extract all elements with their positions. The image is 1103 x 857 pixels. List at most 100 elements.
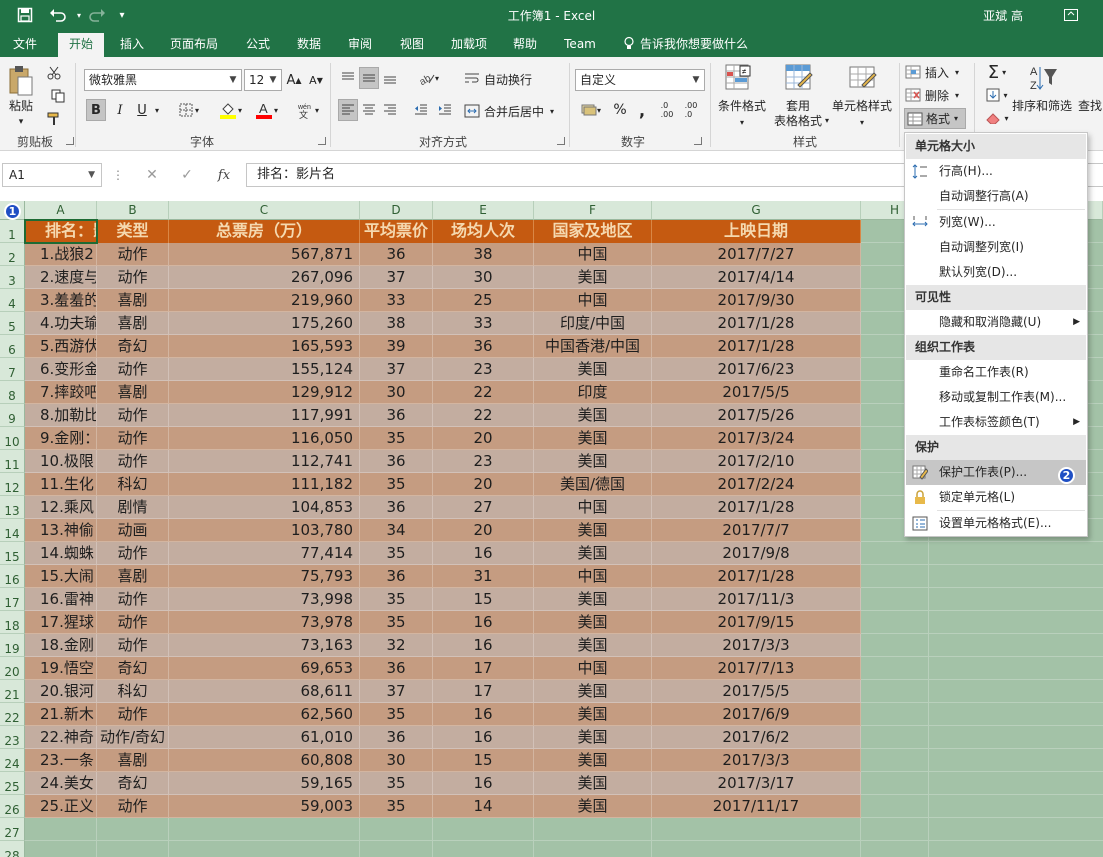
tab-file[interactable]: 文件 (0, 33, 50, 57)
cell-styles-icon[interactable] (848, 63, 878, 93)
row-header-26[interactable]: 26 (0, 795, 25, 818)
table-cell[interactable]: 动作 (97, 634, 169, 657)
table-cell[interactable]: 动作 (97, 404, 169, 427)
table-cell[interactable]: 38 (360, 312, 433, 335)
table-cell[interactable]: 35 (360, 542, 433, 565)
table-cell[interactable]: 2017/9/8 (652, 542, 861, 565)
decrease-decimal-icon[interactable]: .00.0 (680, 99, 702, 121)
table-cell[interactable]: 68,611 (169, 680, 360, 703)
table-cell[interactable]: 7.摔跤吧 (25, 381, 97, 404)
table-cell[interactable]: 中国香港/中国 (534, 335, 652, 358)
table-cell[interactable]: 36 (360, 565, 433, 588)
table-cell[interactable]: 印度/中国 (534, 312, 652, 335)
table-cell[interactable]: 59,165 (169, 772, 360, 795)
table-cell[interactable]: 267,096 (169, 266, 360, 289)
table-cell[interactable]: 38 (433, 243, 534, 266)
table-cell[interactable]: 动作 (97, 703, 169, 726)
table-cell[interactable]: 17 (433, 657, 534, 680)
chevron-down-icon[interactable]: ▾ (830, 115, 894, 130)
table-cell[interactable]: 2017/5/5 (652, 680, 861, 703)
find-select-button[interactable]: 查找 (1078, 99, 1103, 114)
align-right-icon[interactable] (380, 99, 400, 121)
table-cell[interactable]: 13.神偷 (25, 519, 97, 542)
table-cell[interactable]: 33 (360, 289, 433, 312)
tab-home[interactable]: 开始 (58, 33, 104, 57)
table-cell[interactable]: 美国 (534, 358, 652, 381)
table-cell[interactable]: 11.生化 (25, 473, 97, 496)
table-cell[interactable]: 16 (433, 726, 534, 749)
delete-cells-button[interactable]: 删除 ▾ (905, 85, 969, 105)
table-cell[interactable]: 动作 (97, 450, 169, 473)
chevron-down-icon[interactable]: ▾ (712, 115, 772, 130)
table-cell[interactable]: 75,793 (169, 565, 360, 588)
table-cell[interactable]: 16 (433, 611, 534, 634)
table-cell[interactable]: 69,653 (169, 657, 360, 680)
paste-icon[interactable] (6, 65, 36, 96)
increase-indent-icon[interactable] (434, 99, 456, 121)
menu-item-column-width[interactable]: 列宽(W)... (906, 210, 1086, 235)
table-cell[interactable]: 35 (360, 772, 433, 795)
copy-icon[interactable] (44, 86, 72, 106)
table-cell[interactable]: 动作 (97, 795, 169, 818)
tab-help[interactable]: 帮助 (504, 33, 546, 57)
table-cell[interactable]: 中国 (534, 496, 652, 519)
menu-item-format-cells[interactable]: 设置单元格格式(E)... (906, 511, 1086, 536)
orientation-icon[interactable]: ab ▾ (414, 67, 444, 89)
table-cell[interactable]: 动画 (97, 519, 169, 542)
table-cell[interactable]: 32 (360, 634, 433, 657)
table-cell[interactable]: 30 (360, 381, 433, 404)
tab-page-layout[interactable]: 页面布局 (162, 33, 226, 57)
table-cell[interactable]: 14.蜘蛛 (25, 542, 97, 565)
table-cell[interactable]: 36 (360, 726, 433, 749)
accounting-format-icon[interactable]: ▾ (576, 99, 606, 121)
table-cell[interactable]: 16 (433, 772, 534, 795)
row-header-1[interactable]: 1 (0, 220, 25, 243)
table-cell[interactable]: 12.乘风 (25, 496, 97, 519)
table-cell[interactable]: 喜剧 (97, 289, 169, 312)
table-cell[interactable]: 16.雷神 (25, 588, 97, 611)
comma-style-button[interactable]: , (632, 99, 652, 121)
insert-cells-button[interactable]: 插入 ▾ (905, 62, 969, 82)
table-cell[interactable]: 动作 (97, 611, 169, 634)
table-cell[interactable]: 73,998 (169, 588, 360, 611)
table-cell[interactable]: 61,010 (169, 726, 360, 749)
merge-center-button[interactable]: 合并后居中 ▾ (464, 100, 564, 122)
table-cell[interactable]: 116,050 (169, 427, 360, 450)
format-as-table-line2[interactable]: 表格格式 (770, 114, 826, 129)
table-cell[interactable]: 美国 (534, 519, 652, 542)
table-cell[interactable]: 2017/2/10 (652, 450, 861, 473)
table-cell[interactable]: 30 (360, 749, 433, 772)
user-name[interactable]: 亚斌 高 (983, 7, 1023, 24)
row-header-13[interactable]: 13 (0, 496, 25, 519)
column-header-f[interactable]: F (534, 201, 652, 220)
number-format-combo[interactable]: 自定义 ▼ (575, 69, 705, 91)
table-cell[interactable]: 37 (360, 266, 433, 289)
table-cell[interactable]: 动作 (97, 243, 169, 266)
table-cell[interactable]: 62,560 (169, 703, 360, 726)
clipboard-launcher-icon[interactable] (66, 137, 74, 145)
row-header-7[interactable]: 7 (0, 358, 25, 381)
table-cell[interactable]: 6.变形金 (25, 358, 97, 381)
table-cell[interactable]: 2.速度与 (25, 266, 97, 289)
column-header-c[interactable]: C (169, 201, 360, 220)
clear-icon[interactable]: ▾ (980, 108, 1014, 128)
cut-icon[interactable] (44, 63, 64, 83)
table-cell[interactable]: 60,808 (169, 749, 360, 772)
row-header-15[interactable]: 15 (0, 542, 25, 565)
row-header-25[interactable]: 25 (0, 772, 25, 795)
font-launcher-icon[interactable] (318, 137, 326, 145)
table-cell[interactable]: 2017/5/26 (652, 404, 861, 427)
table-cell[interactable]: 美国 (534, 680, 652, 703)
row-header-6[interactable]: 6 (0, 335, 25, 358)
align-middle-icon[interactable] (359, 67, 379, 89)
table-cell[interactable]: 2017/6/9 (652, 703, 861, 726)
row-header-17[interactable]: 17 (0, 588, 25, 611)
table-cell[interactable]: 奇幻 (97, 772, 169, 795)
increase-font-icon[interactable]: A ▲ (285, 69, 303, 91)
menu-item-move-copy-sheet[interactable]: 移动或复制工作表(M)... (906, 385, 1086, 410)
confirm-entry-icon[interactable]: ✓ (170, 163, 204, 187)
cell-styles-button[interactable]: 单元格样式 (830, 99, 894, 114)
table-cell[interactable]: 2017/1/28 (652, 565, 861, 588)
table-cell[interactable]: 20.银河 (25, 680, 97, 703)
font-color-icon[interactable]: A ▾ (251, 99, 283, 121)
